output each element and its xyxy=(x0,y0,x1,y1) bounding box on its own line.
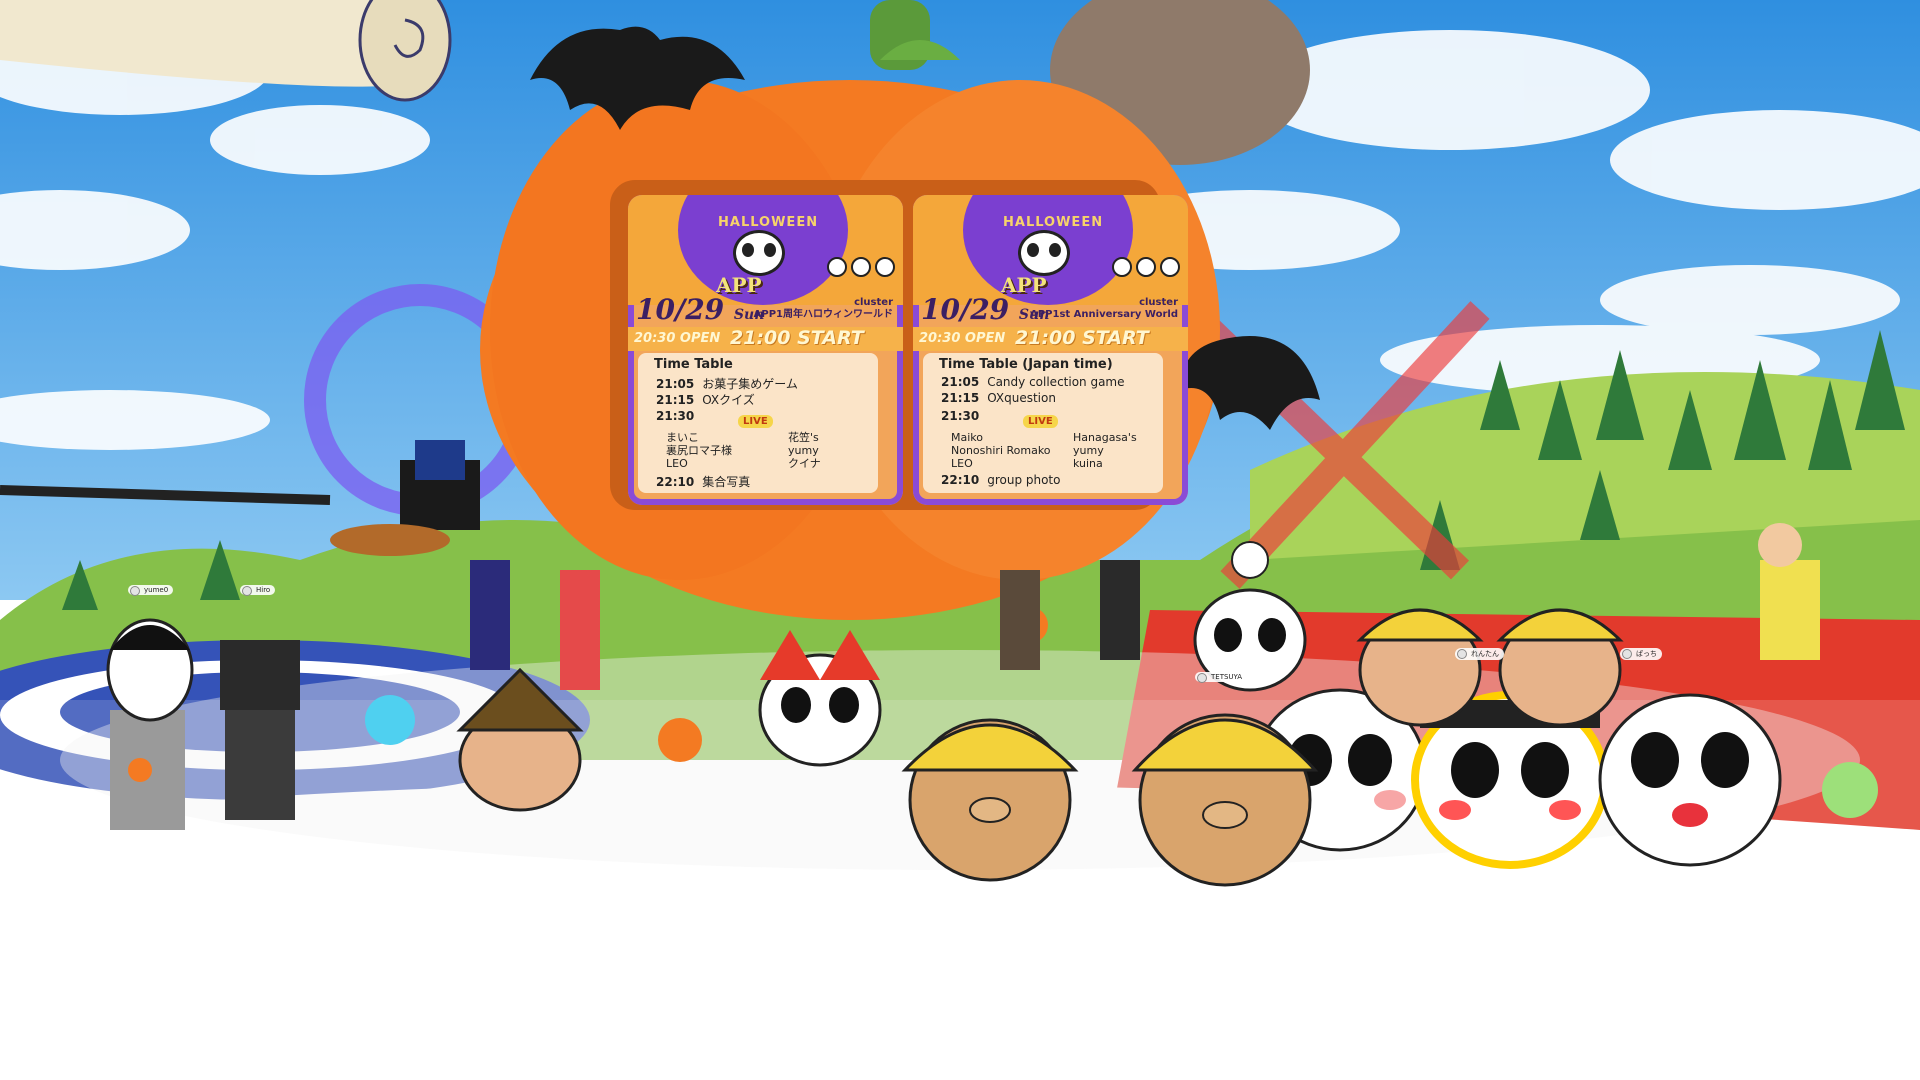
timetable: Time Table 21:05 お菓子集めゲーム 21:15 OXクイズ 21:3… xyxy=(638,353,878,493)
poster-title: HALLOWEEN xyxy=(1003,215,1104,230)
timetable: Time Table (Japan time) 21:05 Candy colle… xyxy=(923,353,1163,493)
avatar-nametag[interactable]: れんたん xyxy=(1455,648,1504,660)
poster-header: HALLOWEEN APP xyxy=(628,195,903,305)
timetable-title: Time Table (Japan time) xyxy=(939,357,1113,372)
performers-left: まいこ 裏尻ロマ子様 LEO xyxy=(666,431,732,470)
performers-right: Hanagasa's yumy kuina xyxy=(1073,431,1137,470)
host-avatars xyxy=(1112,257,1180,277)
timetable-row: 21:15 OXquestion xyxy=(941,391,1056,405)
panda-logo-icon xyxy=(733,230,785,276)
avatar-nametag[interactable]: TETSUYA xyxy=(1195,672,1248,683)
poster-header: HALLOWEEN APP xyxy=(913,195,1188,305)
performers-left: Maiko Nonoshiri Romako LEO xyxy=(951,431,1051,470)
start-time: 21:00 START xyxy=(730,327,864,349)
live-badge: LIVE xyxy=(738,415,773,428)
performers-right: 花笠's yumy クイナ xyxy=(788,431,821,470)
timetable-title: Time Table xyxy=(654,357,733,372)
timetable-row: 22:10 集合写真 xyxy=(656,475,751,489)
event-date: 10/29 Sun xyxy=(636,293,765,326)
poster-title: HALLOWEEN xyxy=(718,215,819,230)
avatar-nametag[interactable]: Hiro xyxy=(240,585,276,596)
start-time: 21:00 START xyxy=(1015,327,1149,349)
panda-logo-icon xyxy=(1018,230,1070,276)
timetable-row: 21:30 xyxy=(941,409,980,423)
timetable-row: 22:10 group photo xyxy=(941,473,1061,487)
avatar-nametag[interactable]: yume0 xyxy=(128,585,174,596)
live-badge: LIVE xyxy=(1023,415,1058,428)
avatar-nametag[interactable]: ぱっち xyxy=(1620,648,1662,660)
brand-label: cluster APP1周年ハロウィンワールド xyxy=(753,297,893,320)
event-poster-english: HALLOWEEN APP 10/29 Sun cluster APP1st An… xyxy=(913,195,1188,505)
event-poster-japanese: HALLOWEEN APP 10/29 Sun cluster APP1周年ハロウ… xyxy=(628,195,903,505)
timetable-row: 21:05 お菓子集めゲーム xyxy=(656,377,798,391)
host-avatars xyxy=(827,257,895,277)
open-time: 20:30 OPEN xyxy=(919,331,1006,346)
timetable-row: 21:05 Candy collection game xyxy=(941,375,1125,389)
game-viewport[interactable] xyxy=(0,0,1920,1080)
brand-label: cluster APP1st Anniversary World xyxy=(1030,297,1178,320)
timetable-row: 21:15 OXクイズ xyxy=(656,393,755,407)
pumpkin-icon xyxy=(658,718,702,762)
open-time: 20:30 OPEN xyxy=(634,331,721,346)
timetable-row: 21:30 xyxy=(656,409,695,423)
